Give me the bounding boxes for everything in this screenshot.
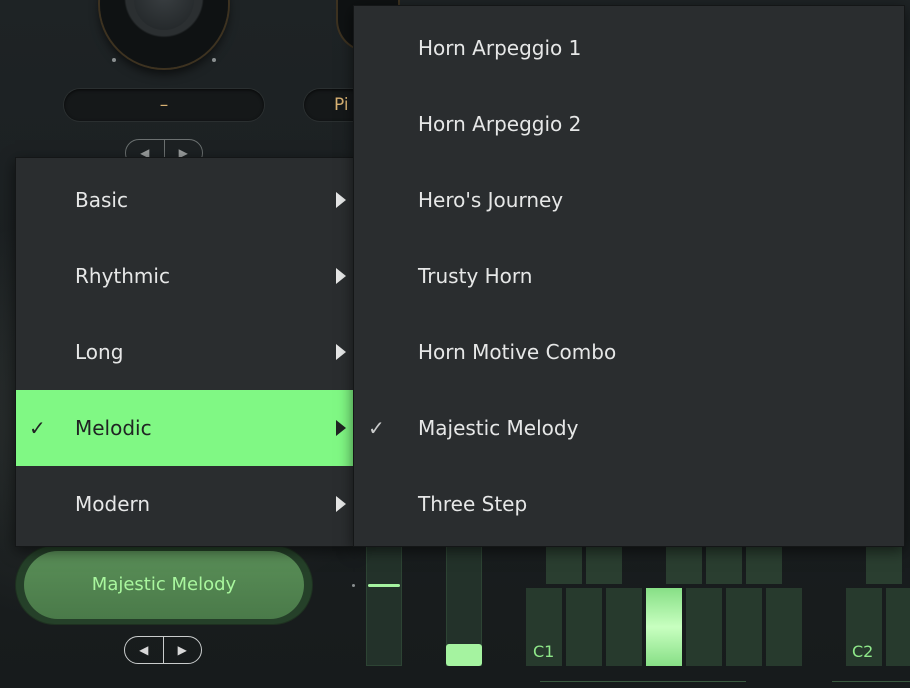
submenu-item-label: Horn Motive Combo — [418, 340, 617, 364]
range-line — [540, 681, 746, 682]
pattern-prev-button[interactable]: ◀ — [125, 637, 164, 663]
menu-item-label: Basic — [75, 188, 128, 212]
submenu-item[interactable]: Horn Arpeggio 1 — [354, 10, 904, 86]
submenu-item-label: Majestic Melody — [418, 416, 579, 440]
submenu-item-label: Horn Arpeggio 2 — [418, 112, 582, 136]
check-icon: ✓ — [29, 416, 46, 440]
submenu-item-selected[interactable]: ✓ Majestic Melody — [354, 390, 904, 466]
menu-item-label: Modern — [75, 492, 151, 516]
submenu-item-label: Trusty Horn — [418, 264, 533, 288]
submenu-item[interactable]: Horn Motive Combo — [354, 314, 904, 390]
pattern-next-button[interactable]: ▶ — [164, 637, 202, 663]
submenu-item-label: Three Step — [418, 492, 528, 516]
black-key[interactable] — [586, 546, 622, 584]
menu-item-label: Long — [75, 340, 124, 364]
knob-min-dot — [112, 58, 116, 62]
submenu-arrow-icon — [336, 496, 346, 512]
key-label-c2: C2 — [852, 642, 874, 661]
white-key[interactable] — [686, 588, 722, 666]
submenu-item[interactable]: Trusty Horn — [354, 238, 904, 314]
menu-item-melodic[interactable]: ✓ Melodic — [16, 390, 354, 466]
slider-handle[interactable] — [368, 584, 400, 587]
pattern-submenu: Horn Arpeggio 1 Horn Arpeggio 2 Hero's J… — [353, 5, 905, 547]
white-key[interactable] — [606, 588, 642, 666]
black-key[interactable] — [866, 546, 902, 584]
black-key[interactable] — [746, 546, 782, 584]
white-key[interactable] — [726, 588, 762, 666]
submenu-arrow-icon — [336, 268, 346, 284]
submenu-item[interactable]: Hero's Journey — [354, 162, 904, 238]
menu-item-basic[interactable]: Basic — [16, 162, 354, 238]
menu-item-label: Melodic — [75, 416, 152, 440]
menu-item-long[interactable]: Long — [16, 314, 354, 390]
submenu-arrow-icon — [336, 420, 346, 436]
octave-slider[interactable] — [446, 546, 482, 666]
black-key[interactable] — [546, 546, 582, 584]
left-value-field[interactable]: – — [64, 89, 264, 121]
pattern-selector-button[interactable]: Majestic Melody — [24, 551, 304, 619]
pattern-stepper[interactable]: ◀ ▶ — [124, 636, 202, 664]
check-icon: ✓ — [368, 416, 385, 440]
submenu-arrow-icon — [336, 192, 346, 208]
knob-cap — [134, 0, 194, 30]
black-key[interactable] — [666, 546, 702, 584]
submenu-arrow-icon — [336, 344, 346, 360]
submenu-item-label: Hero's Journey — [418, 188, 564, 212]
slider-dot — [352, 584, 355, 587]
menu-item-rhythmic[interactable]: Rhythmic — [16, 238, 354, 314]
key-label-c1: C1 — [533, 642, 555, 661]
submenu-item[interactable]: Horn Arpeggio 2 — [354, 86, 904, 162]
submenu-item[interactable]: Three Step — [354, 466, 904, 542]
white-key[interactable] — [886, 588, 910, 666]
white-key-active[interactable] — [646, 588, 682, 666]
chevron-right-icon: ▶ — [177, 643, 187, 657]
velocity-slider[interactable] — [366, 546, 402, 666]
black-key[interactable] — [706, 546, 742, 584]
slider-handle[interactable] — [446, 644, 482, 666]
submenu-item-label: Horn Arpeggio 1 — [418, 36, 582, 60]
category-menu: Basic Rhythmic Long ✓ Melodic Modern — [15, 157, 355, 547]
knob-max-dot — [212, 58, 216, 62]
white-key[interactable] — [766, 588, 802, 666]
chevron-left-icon: ◀ — [139, 643, 149, 657]
menu-item-modern[interactable]: Modern — [16, 466, 354, 542]
menu-item-label: Rhythmic — [75, 264, 170, 288]
range-line — [832, 681, 910, 682]
white-key[interactable] — [566, 588, 602, 666]
